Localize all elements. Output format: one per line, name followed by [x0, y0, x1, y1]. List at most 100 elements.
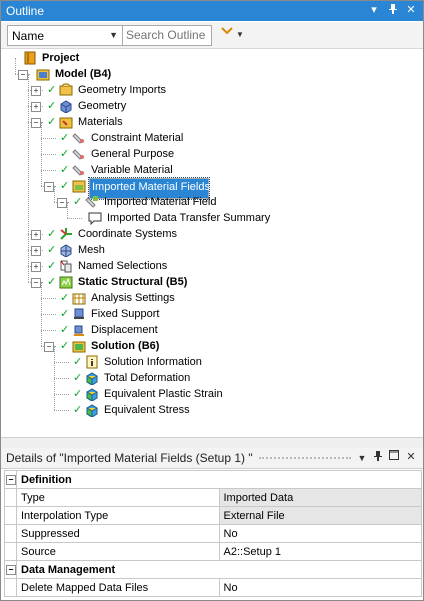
mesh-icon: [59, 243, 73, 258]
check-icon: ✓: [73, 372, 83, 384]
check-icon: ✓: [73, 388, 83, 400]
tree-node[interactable]: ✓ Analysis Settings: [1, 290, 421, 306]
tree-node[interactable]: Project: [1, 50, 421, 66]
result-icon: [85, 403, 99, 418]
search-box[interactable]: [123, 25, 213, 46]
details-menu-button[interactable]: ▼: [355, 451, 369, 466]
drag-grip[interactable]: [259, 457, 351, 459]
expand-icon[interactable]: +: [31, 86, 41, 96]
analysis-settings-icon: [72, 291, 86, 305]
details-row: Interpolation Type External File: [4, 506, 422, 525]
close-button[interactable]: ✕: [404, 3, 418, 18]
row-gutter: [4, 506, 17, 525]
collapse-icon[interactable]: −: [31, 118, 41, 128]
check-icon: ✓: [47, 260, 57, 272]
check-icon: ✓: [60, 340, 70, 352]
toolbar-dropdown-icon[interactable]: ▼: [236, 30, 244, 39]
details-row: Source A2::Setup 1: [4, 542, 422, 561]
check-icon: ✓: [60, 180, 70, 192]
solution-icon: [72, 339, 86, 353]
check-icon: ✓: [60, 292, 70, 304]
collapse-icon[interactable]: −: [57, 198, 67, 208]
check-icon: ✓: [60, 164, 70, 176]
outline-panel: Outline ▾ ✕ Name ▼ ▼ Project − Model (B4) +…: [0, 0, 424, 601]
tree-node[interactable]: ✓ Equivalent Stress: [1, 402, 421, 418]
details-title-bar: Details of "Imported Material Fields (Se…: [1, 448, 423, 469]
collapse-icon[interactable]: −: [31, 278, 41, 288]
tree-node-label: Solution (B6): [91, 340, 160, 352]
tree-node[interactable]: Imported Data Transfer Summary: [1, 210, 421, 226]
filter-dropdown[interactable]: Name ▼: [7, 25, 123, 46]
filter-dropdown-value: Name: [12, 29, 45, 43]
material-icon: [72, 163, 86, 177]
details-value[interactable]: A2::Setup 1: [218, 542, 422, 561]
details-row: Delete Mapped Data Files No: [4, 578, 422, 597]
details-key: Source: [16, 542, 220, 561]
tree-node-label: Geometry Imports: [78, 84, 167, 96]
tree-node[interactable]: ✓ Total Deformation: [1, 370, 421, 386]
tree-node[interactable]: − ✓ Materials: [1, 114, 421, 130]
check-icon: ✓: [47, 116, 57, 128]
collapse-icon[interactable]: −: [4, 560, 17, 579]
details-close-button[interactable]: ✕: [404, 450, 418, 465]
tree-connector: [67, 218, 82, 219]
details-maximize-icon[interactable]: [387, 450, 401, 465]
tree-node[interactable]: + ✓ Named Selections: [1, 258, 421, 274]
tree-node[interactable]: ✓ Equivalent Plastic Strain: [1, 386, 421, 402]
tree-node[interactable]: − ✓ Solution (B6): [1, 338, 421, 354]
tree-node[interactable]: ✓ Variable Material: [1, 162, 421, 178]
details-group-header[interactable]: − Definition: [4, 470, 422, 489]
details-group-header[interactable]: − Data Management: [4, 560, 422, 579]
search-input[interactable]: [123, 26, 213, 43]
tree-node-label: Imported Data Transfer Summary: [107, 212, 271, 224]
details-pin-icon[interactable]: [371, 450, 385, 465]
tree-node[interactable]: + ✓ Geometry Imports: [1, 82, 421, 98]
solution-information-icon: [85, 355, 99, 369]
tree-node-label: General Purpose: [91, 148, 175, 160]
check-icon: ✓: [73, 356, 83, 368]
tree-node[interactable]: − ✓ Imported Material Fields (Setup 1): [1, 177, 421, 200]
imported-fields-icon: [72, 179, 86, 193]
collapse-icon[interactable]: −: [44, 342, 54, 352]
details-value[interactable]: No: [218, 524, 422, 543]
tree-node[interactable]: ✓ Fixed Support: [1, 306, 421, 322]
expand-icon[interactable]: +: [31, 262, 41, 272]
tree-node-label: Equivalent Stress: [104, 404, 190, 416]
check-icon: ✓: [47, 84, 57, 96]
outline-tree: Project − Model (B4) + ✓ Geometry Imports + ✓ Ge…: [1, 49, 423, 436]
tree-node-label: Static Structural (B5): [78, 276, 188, 288]
tree-node[interactable]: ✓ Displacement: [1, 322, 421, 338]
tree-node[interactable]: ✓ Constraint Material: [1, 130, 421, 146]
tree-connector: [41, 138, 56, 139]
tree-guide: [15, 58, 16, 74]
tree-guide: [41, 122, 42, 186]
tree-node-label: Mesh: [78, 244, 105, 256]
tree-connector: [41, 154, 56, 155]
tree-node-label: Solution Information: [104, 356, 202, 368]
panel-splitter[interactable]: [1, 437, 423, 448]
expand-icon[interactable]: +: [31, 246, 41, 256]
pin-icon[interactable]: [386, 3, 400, 18]
collapse-icon[interactable]: −: [44, 182, 54, 192]
displacement-icon: [72, 323, 86, 337]
collapse-icon[interactable]: −: [4, 470, 17, 489]
tree-node-label: Displacement: [91, 324, 158, 336]
panel-menu-button[interactable]: ▾: [367, 3, 381, 18]
expand-icon[interactable]: +: [31, 230, 41, 240]
tree-node[interactable]: + ✓ Mesh: [1, 242, 421, 258]
tree-node[interactable]: ✓ Solution Information: [1, 354, 421, 370]
geometry-icon: [59, 99, 73, 114]
tree-node[interactable]: + ✓ Coordinate Systems: [1, 226, 421, 242]
tree-node[interactable]: ✓ General Purpose: [1, 146, 421, 162]
details-key: Type: [16, 488, 220, 507]
tree-node[interactable]: − Model (B4): [1, 66, 421, 82]
details-row: Suppressed No: [4, 524, 422, 543]
expand-options-icon[interactable]: [220, 24, 234, 41]
static-structural-icon: [59, 275, 73, 289]
details-value[interactable]: No: [218, 578, 422, 597]
expand-icon[interactable]: +: [31, 102, 41, 112]
tree-node[interactable]: + ✓ Geometry: [1, 98, 421, 114]
collapse-icon[interactable]: −: [18, 70, 28, 80]
tree-node[interactable]: − ✓ Static Structural (B5): [1, 274, 421, 290]
tree-node[interactable]: − ✓ Imported Material Field: [1, 194, 421, 210]
